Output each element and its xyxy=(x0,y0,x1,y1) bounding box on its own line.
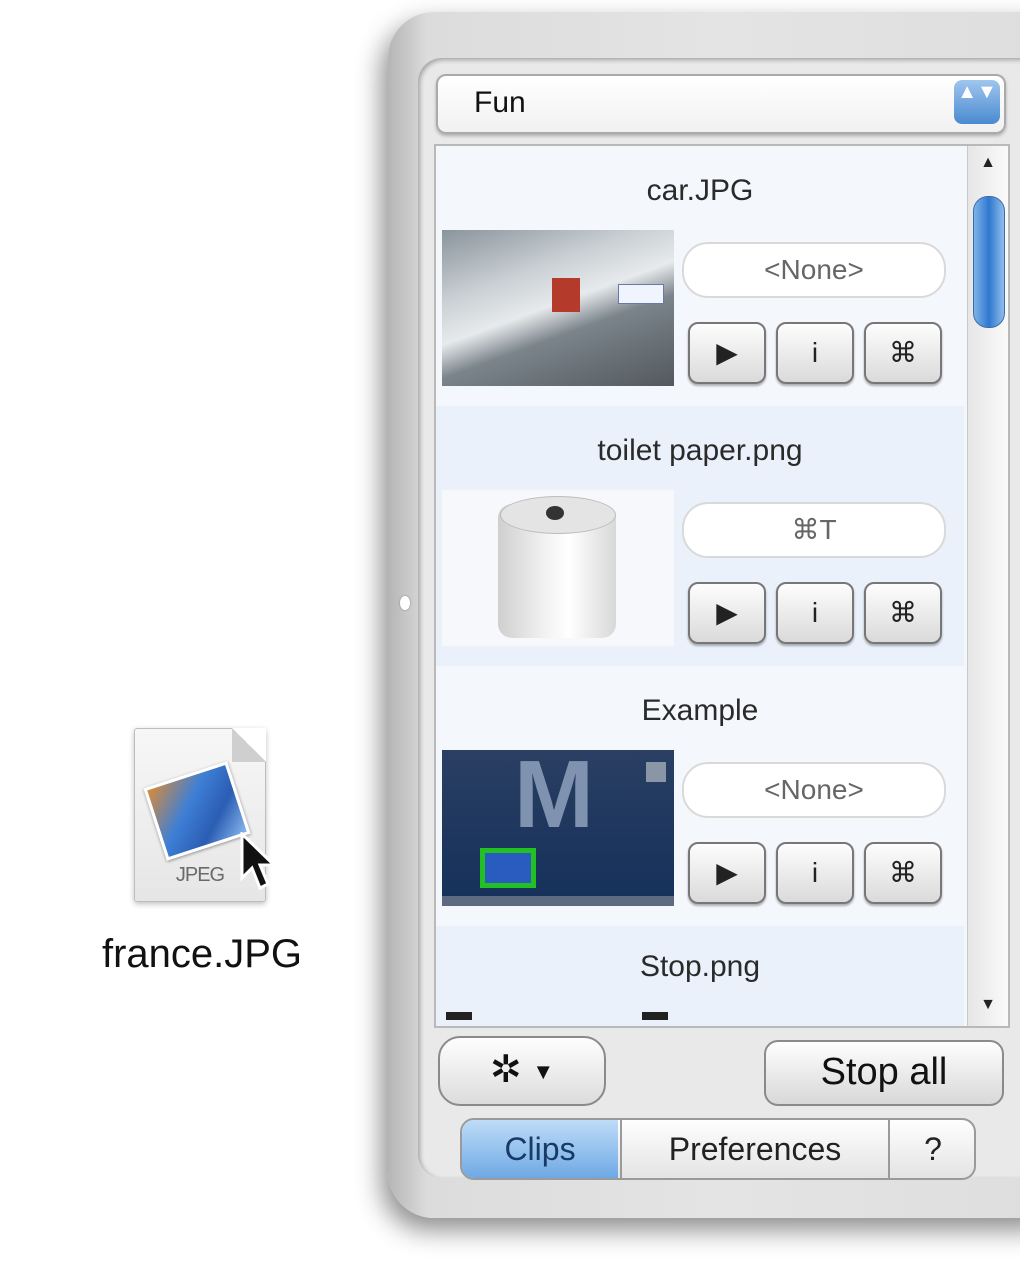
list-item[interactable]: Example M <None> ▶ i ⌘ xyxy=(436,666,964,926)
clip-title: Example xyxy=(641,694,759,727)
thumbnail-green-box xyxy=(480,848,536,888)
list-item[interactable]: Stop.png xyxy=(436,926,964,1026)
list-item[interactable]: toilet paper.png ⌘T ▶ i ⌘ xyxy=(436,406,964,666)
gear-icon: ✲ xyxy=(489,1049,522,1091)
play-button[interactable]: ▶ xyxy=(688,322,766,384)
scrollbar-thumb[interactable] xyxy=(973,196,1005,328)
command-key-button[interactable]: ⌘ xyxy=(864,322,942,384)
tab-clips[interactable]: Clips xyxy=(462,1120,618,1178)
scrollbar[interactable]: ▲ ▼ xyxy=(967,146,1008,1026)
info-button[interactable]: i xyxy=(776,322,854,384)
clip-list: car.JPG <None> ▶ i ⌘ toilet paper.png ⌘T… xyxy=(434,144,1010,1028)
car-taillight xyxy=(552,278,580,312)
clip-title: car.JPG xyxy=(646,174,754,207)
category-popup-value: Fun xyxy=(474,86,526,119)
play-button[interactable]: ▶ xyxy=(688,582,766,644)
chevron-down-icon: ▼ xyxy=(532,1058,555,1084)
clip-thumbnail xyxy=(442,490,674,646)
clip-thumbnail xyxy=(446,1012,686,1024)
tab-help[interactable]: ? xyxy=(888,1120,974,1178)
popup-arrows-icon: ▲▼ xyxy=(954,80,1000,124)
roll-hole xyxy=(546,506,564,520)
clip-title: Stop.png xyxy=(639,950,761,983)
app-window: Fun ▲▼ car.JPG <None> ▶ i ⌘ toilet paper… xyxy=(388,12,1020,1218)
scroll-down-arrow-icon[interactable]: ▼ xyxy=(978,996,998,1016)
thumbnail-letter-graphic: M xyxy=(514,750,594,848)
info-button[interactable]: i xyxy=(776,582,854,644)
clip-title: toilet paper.png xyxy=(597,434,803,467)
page-fold xyxy=(232,728,266,762)
command-key-button[interactable]: ⌘ xyxy=(864,842,942,904)
tab-preferences[interactable]: Preferences xyxy=(620,1120,888,1178)
resize-handle[interactable] xyxy=(400,596,410,610)
photo-preview xyxy=(143,761,251,861)
file-name-label[interactable]: france.JPG xyxy=(82,932,322,977)
car-plate xyxy=(618,284,664,304)
play-button[interactable]: ▶ xyxy=(688,842,766,904)
thumbnail-square xyxy=(646,762,666,782)
info-button[interactable]: i xyxy=(776,842,854,904)
file-icon[interactable]: JPEG xyxy=(120,722,290,912)
category-popup[interactable]: Fun ▲▼ xyxy=(436,74,1006,134)
clip-thumbnail: M xyxy=(442,750,674,906)
tab-bar: Clips Preferences ? xyxy=(460,1118,976,1180)
scroll-up-arrow-icon[interactable]: ▲ xyxy=(978,154,998,174)
action-menu-button[interactable]: ✲ ▼ xyxy=(438,1036,606,1106)
shortcut-field[interactable]: ⌘T xyxy=(682,502,946,558)
command-key-button[interactable]: ⌘ xyxy=(864,582,942,644)
stop-all-button[interactable]: Stop all xyxy=(764,1040,1004,1106)
shortcut-field[interactable]: <None> xyxy=(682,242,946,298)
list-item[interactable]: car.JPG <None> ▶ i ⌘ xyxy=(436,146,964,406)
mouse-cursor-icon xyxy=(240,832,278,891)
shortcut-field[interactable]: <None> xyxy=(682,762,946,818)
thumbnail-bar xyxy=(442,896,674,906)
clip-thumbnail xyxy=(442,230,674,386)
